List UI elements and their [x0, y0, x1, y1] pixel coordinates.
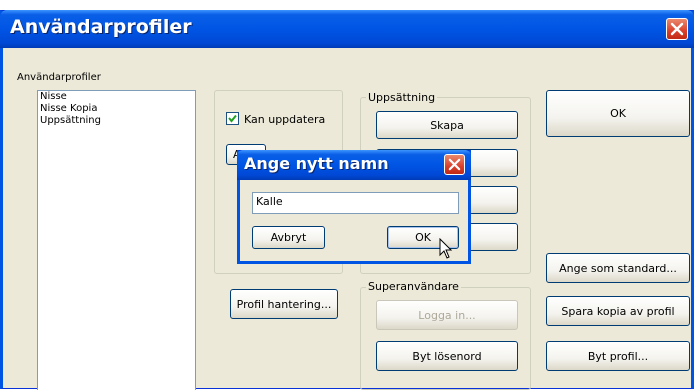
setup-group-label: Uppsättning [366, 91, 438, 104]
dialog-cancel-button[interactable]: Avbryt [252, 226, 325, 249]
close-icon [670, 22, 684, 36]
profiles-listbox[interactable]: Nisse Nisse Kopia Uppsättning [37, 90, 196, 390]
superuser-group-label: Superanvändare [366, 280, 461, 293]
profile-item-nisse-kopia[interactable]: Nisse Kopia [38, 103, 195, 115]
login-button-label: Logga in... [418, 308, 476, 322]
new-name-value: Kalle [256, 195, 283, 208]
profile-item-nisse[interactable]: Nisse [38, 91, 195, 103]
profile-item-uppsattning[interactable]: Uppsättning [38, 115, 195, 127]
change-password-label: Byt lösenord [412, 349, 482, 363]
change-profile-label: Byt profil... [587, 349, 649, 363]
profiles-list-label: Användarprofiler [17, 72, 101, 83]
can-update-label: Kan uppdatera [244, 113, 326, 126]
set-default-label: Ange som standard... [559, 261, 677, 275]
save-copy-button[interactable]: Spara kopia av profil [546, 296, 690, 326]
dialog-titlebar[interactable]: Ange nytt namn [237, 150, 471, 180]
profile-management-label: Profil hantering... [236, 297, 332, 311]
profile-management-button[interactable]: Profil hantering... [230, 289, 338, 319]
login-button[interactable]: Logga in... [376, 300, 518, 330]
dialog-close-button[interactable] [444, 154, 465, 175]
checkmark-icon [228, 114, 237, 123]
can-update-checkbox[interactable] [226, 112, 239, 125]
change-profile-button[interactable]: Byt profil... [546, 341, 690, 371]
window-titlebar[interactable]: Användarprofiler [0, 10, 694, 48]
dialog-ok-label: OK [415, 231, 431, 244]
ok-button-label: OK [610, 107, 626, 120]
change-password-button[interactable]: Byt lösenord [376, 341, 518, 371]
close-icon [448, 158, 461, 171]
window-title: Användarprofiler [10, 16, 192, 38]
mouse-cursor-icon [439, 238, 453, 259]
ok-button[interactable]: OK [546, 90, 690, 137]
create-button-label: Skapa [430, 118, 464, 132]
dialog-cancel-label: Avbryt [270, 231, 307, 244]
set-default-button[interactable]: Ange som standard... [546, 253, 690, 283]
dialog-title: Ange nytt namn [244, 154, 389, 173]
save-copy-label: Spara kopia av profil [561, 304, 675, 318]
new-name-dialog: Ange nytt namn Kalle Avbryt OK [237, 150, 471, 264]
create-button[interactable]: Skapa [376, 111, 518, 139]
new-name-input[interactable]: Kalle [252, 192, 459, 214]
window-close-button[interactable] [666, 18, 688, 40]
